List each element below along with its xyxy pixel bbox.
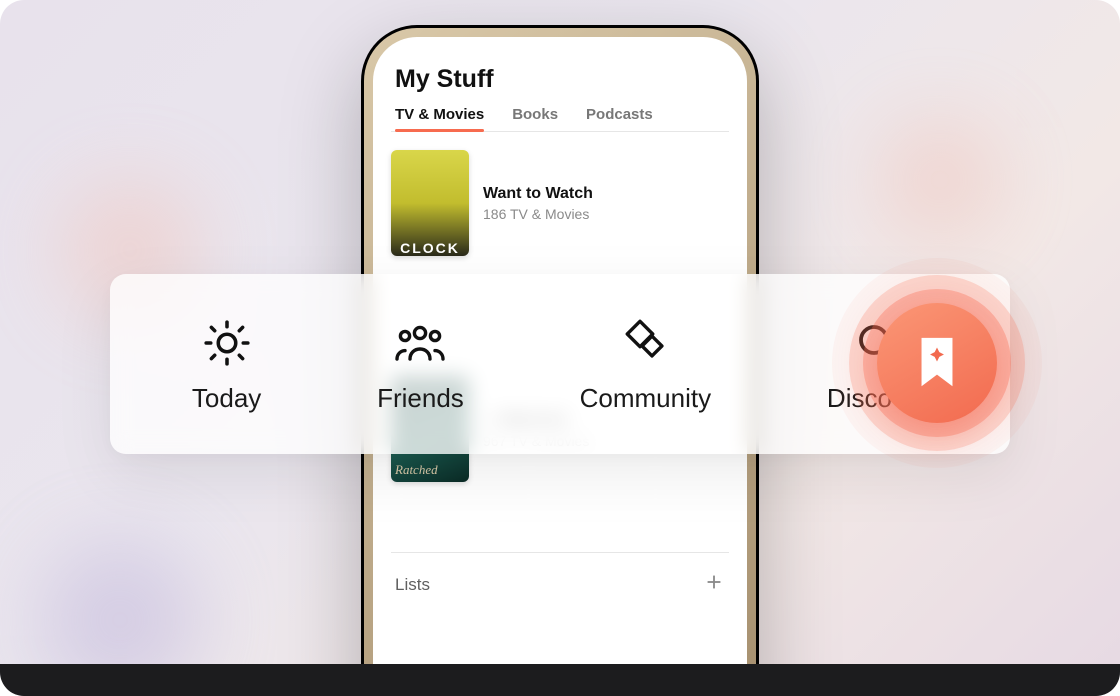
page-title: My Stuff — [391, 65, 729, 94]
tabbar-item-friends[interactable]: Friends — [377, 315, 464, 414]
app-preview-canvas: My Stuff TV & Movies Books Podcasts CLOC… — [0, 0, 1120, 696]
group-icon — [392, 315, 448, 371]
tabbar-item-label: Friends — [377, 383, 464, 414]
list-item-meta: Want to Watch 186 TV & Movies — [483, 185, 593, 222]
list-item-subtitle: 186 TV & Movies — [483, 206, 593, 222]
list-item-title: Want to Watch — [483, 185, 593, 203]
bookmark-sparkle-icon — [913, 334, 961, 392]
plus-icon — [703, 571, 725, 593]
tabbar-item-community[interactable]: Community — [580, 315, 711, 414]
sun-icon — [199, 315, 255, 371]
poster-caption: CLOCK — [400, 240, 460, 256]
tabbar-item-label: Today — [192, 383, 261, 414]
list-item[interactable]: CLOCK Want to Watch 186 TV & Movies — [391, 150, 729, 256]
decorative-blob — [880, 120, 1000, 240]
bookmark-fab[interactable] — [877, 303, 997, 423]
fab-halo — [832, 258, 1042, 468]
content-tabs: TV & Movies Books Podcasts — [391, 106, 729, 132]
tab-podcasts[interactable]: Podcasts — [586, 106, 653, 131]
tab-books[interactable]: Books — [512, 106, 558, 131]
tabbar-item-today[interactable]: Today — [192, 315, 261, 414]
tab-tv-movies[interactable]: TV & Movies — [395, 106, 484, 131]
poster-thumbnail: CLOCK — [391, 150, 469, 256]
poster-caption: Ratched — [395, 462, 438, 478]
tabbar-item-label: Community — [580, 383, 711, 414]
diamonds-icon — [617, 315, 673, 371]
footer-bar — [0, 664, 1120, 696]
lists-section: Lists — [391, 552, 729, 598]
lists-section-label: Lists — [395, 575, 430, 595]
add-list-button[interactable] — [703, 571, 725, 598]
